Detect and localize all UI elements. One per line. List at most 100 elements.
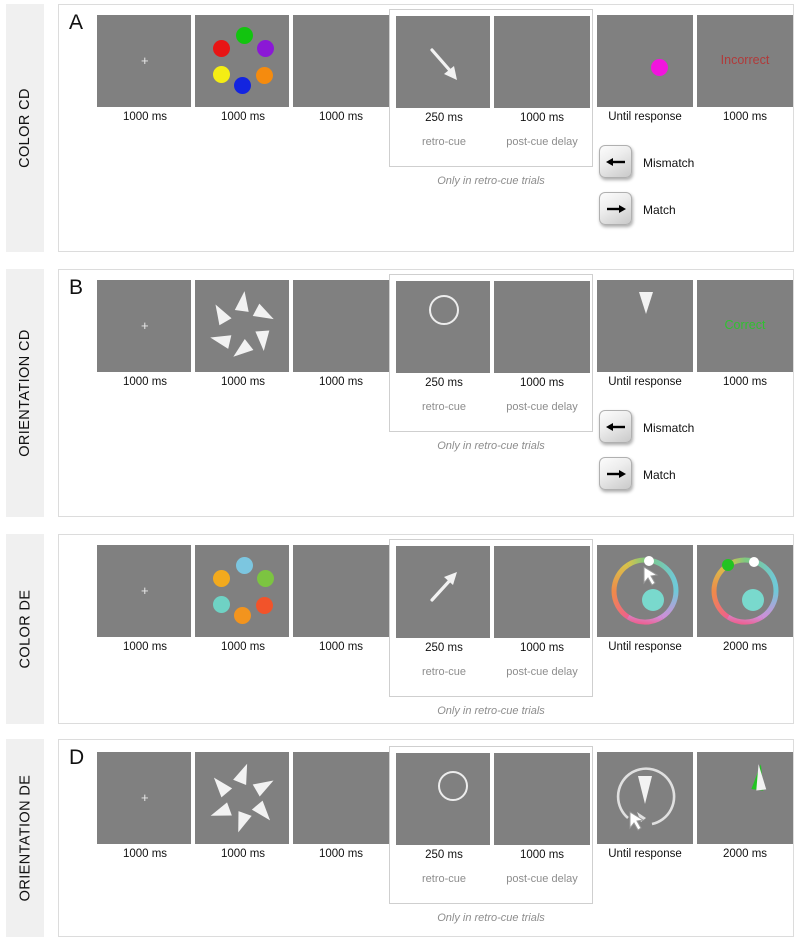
duration-response-wheel: Until response: [608, 641, 682, 653]
screen-feedback: [697, 545, 793, 637]
screen-feedback: Incorrect: [697, 15, 793, 107]
panel-letter-a: A: [69, 11, 84, 34]
figure-root: COLOR CD A + 1000 ms 1000 ms 1000 ms 250…: [0, 0, 800, 946]
duration-post-cue-delay: 1000 ms: [519, 112, 565, 124]
circle-outline-icon: [429, 295, 459, 325]
retro-cue-group: 250 ms 1000 ms retro-cue post-cue delay: [389, 9, 593, 167]
color-wheel[interactable]: [597, 545, 693, 637]
screen-fixation: +: [97, 545, 193, 637]
duration-memory-array: 1000 ms: [220, 641, 266, 653]
screen-retro-cue: [396, 281, 492, 373]
screen-memory-array: [195, 752, 291, 844]
stimulus-dot: [213, 570, 230, 587]
retro-cue-group: 250 ms 1000 ms retro-cue post-cue delay: [389, 274, 593, 432]
screen-feedback: [697, 752, 793, 844]
panel-orientation-cd: B + 1000 ms 1000 ms 1000 ms 250 ms 1000 …: [58, 269, 794, 517]
wheel-selection-marker: [644, 556, 654, 566]
fixation-cross-icon: +: [141, 790, 149, 805]
circle-outline-icon: [438, 771, 468, 801]
duration-probe: Until response: [608, 376, 682, 388]
side-label-orientation-de: ORIENTATION DE: [6, 739, 44, 937]
screen-response-wheel[interactable]: [597, 545, 693, 637]
retro-cue-note: Only in retro-cue trials: [437, 912, 545, 924]
key-label-mismatch: Mismatch: [643, 421, 695, 435]
duration-feedback: 1000 ms: [722, 376, 768, 388]
side-label-color-cd: COLOR CD: [6, 4, 44, 252]
screen-post-cue-delay: [494, 546, 590, 638]
side-label-text: COLOR CD: [17, 88, 33, 168]
screen-fixation: +: [97, 752, 193, 844]
arrow-left-icon: [605, 422, 625, 431]
orientation-dial[interactable]: [597, 752, 693, 844]
duration-post-cue-delay: 1000 ms: [519, 377, 565, 389]
retro-cue-note: Only in retro-cue trials: [437, 705, 545, 717]
key-label-mismatch: Mismatch: [643, 156, 695, 170]
sublabel-post-cue-delay: post-cue delay: [506, 873, 578, 885]
row-color-de: COLOR DE + 1000 ms 1000 ms 1000 ms 250 m…: [0, 530, 800, 730]
color-wheel-feedback: [711, 557, 779, 625]
duration-memory-array: 1000 ms: [220, 376, 266, 388]
key-label-match: Match: [643, 203, 676, 217]
screen-post-cue-delay: [494, 16, 590, 108]
screen-retention: [293, 280, 389, 372]
side-label-orientation-cd: ORIENTATION CD: [6, 269, 44, 517]
arrow-right-icon: [606, 204, 626, 213]
duration-retention: 1000 ms: [318, 111, 364, 123]
feedback-text: Correct: [724, 318, 766, 332]
sublabel-post-cue-delay: post-cue delay: [506, 401, 578, 413]
row-orientation-de: ORIENTATION DE D + 1000 ms 1000 ms 1000 …: [0, 735, 800, 942]
duration-feedback: 1000 ms: [722, 111, 768, 123]
duration-retention: 1000 ms: [318, 848, 364, 860]
screen-feedback: Correct: [697, 280, 793, 372]
screen-memory-array: [195, 15, 291, 107]
screen-retro-cue: [396, 753, 492, 845]
sublabel-post-cue-delay: post-cue delay: [506, 136, 578, 148]
mouse-cursor-icon: [643, 566, 659, 586]
duration-fixation: 1000 ms: [122, 111, 168, 123]
screen-probe: [597, 280, 693, 372]
panel-color-cd: A + 1000 ms 1000 ms 1000 ms 250 ms 1000 …: [58, 4, 794, 252]
stimulus-dot: [236, 557, 253, 574]
stimulus-dot: [234, 607, 251, 624]
screen-memory-array: [195, 545, 291, 637]
probe-triangle-icon: [639, 292, 653, 314]
sublabel-retro-cue: retro-cue: [421, 666, 467, 678]
arrow-up-right-icon: [430, 572, 457, 602]
retro-cue-note: Only in retro-cue trials: [437, 175, 545, 187]
center-color-patch: [642, 589, 664, 611]
row-orientation-cd: ORIENTATION CD B + 1000 ms 1000 ms 1000 …: [0, 265, 800, 523]
key-match[interactable]: [599, 457, 632, 490]
feedback-target-marker: [722, 559, 734, 571]
key-mismatch[interactable]: [599, 145, 632, 178]
screen-fixation: +: [97, 15, 193, 107]
key-match[interactable]: [599, 192, 632, 225]
orientation-feedback: [751, 764, 767, 791]
side-label-text: ORIENTATION CD: [17, 329, 34, 457]
duration-retention: 1000 ms: [318, 376, 364, 388]
screen-retention: [293, 545, 389, 637]
screen-retro-cue: [396, 16, 492, 108]
panel-orientation-de: D + 1000 ms 1000 ms 1000 ms 250 ms 1000 …: [58, 739, 794, 937]
feedback-text: Incorrect: [720, 53, 770, 67]
side-label-text: ORIENTATION DE: [17, 774, 33, 902]
panel-letter-d: D: [69, 746, 85, 769]
screen-fixation: +: [97, 280, 193, 372]
row-color-cd: COLOR CD A + 1000 ms 1000 ms 1000 ms 250…: [0, 0, 800, 258]
duration-retro-cue: 250 ms: [425, 112, 463, 124]
stimulus-dot: [213, 596, 230, 613]
side-label-color-de: COLOR DE: [6, 534, 44, 724]
sublabel-retro-cue: retro-cue: [421, 401, 467, 413]
key-mismatch[interactable]: [599, 410, 632, 443]
arrow-left-icon: [605, 157, 625, 166]
retro-cue-group: 250 ms 1000 ms retro-cue post-cue delay: [389, 539, 593, 697]
duration-fixation: 1000 ms: [122, 641, 168, 653]
screen-response-dial[interactable]: [597, 752, 693, 844]
oriented-triangle-array: [210, 291, 274, 357]
duration-retro-cue: 250 ms: [425, 642, 463, 654]
arrow-down-right-icon: [430, 48, 457, 80]
duration-memory-array: 1000 ms: [220, 848, 266, 860]
panel-letter-b: B: [69, 276, 84, 299]
duration-memory-array: 1000 ms: [220, 111, 266, 123]
arrow-right-icon: [606, 469, 626, 478]
sublabel-post-cue-delay: post-cue delay: [506, 666, 578, 678]
